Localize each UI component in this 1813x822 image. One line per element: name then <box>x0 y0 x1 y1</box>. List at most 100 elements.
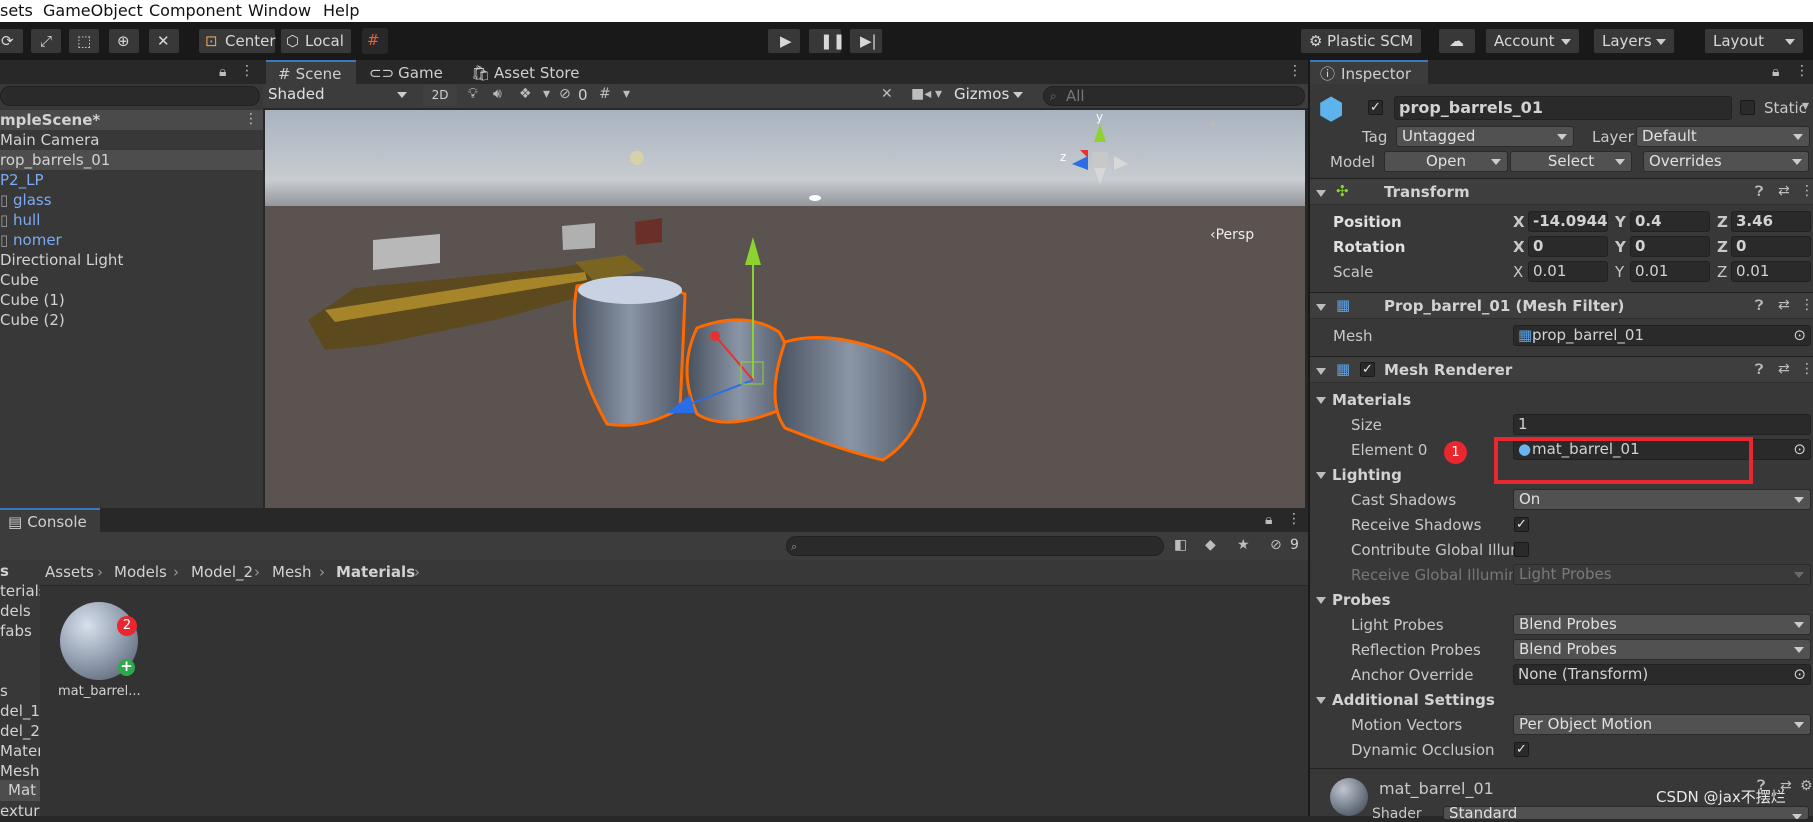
rect-tool-button[interactable]: ⬚ <box>68 28 100 54</box>
rotation-x-field[interactable]: 0 <box>1528 236 1608 257</box>
probes-foldout[interactable]: Probes <box>1316 591 1391 609</box>
static-dropdown-icon[interactable]: ▾ <box>1802 98 1809 114</box>
hierarchy-item-cube-1[interactable]: Cube (1) <box>0 291 65 309</box>
mesh-renderer-enabled-checkbox[interactable]: ✓ <box>1360 362 1375 377</box>
play-button[interactable]: ▶ <box>767 28 801 54</box>
lighting-toggle-icon[interactable]: 💡︎ <box>468 86 478 102</box>
grid-dropdown-icon[interactable]: ▾ <box>623 86 630 102</box>
hierarchy-item-cube-2[interactable]: Cube (2) <box>0 311 65 329</box>
tree-item[interactable]: Mesh <box>0 762 40 780</box>
breadcrumb-mesh[interactable]: Mesh <box>272 563 312 581</box>
asset-label[interactable]: mat_barrel... <box>58 684 141 699</box>
label-icon[interactable]: ◆ <box>1205 537 1216 553</box>
hierarchy-item-selected[interactable]: rop_barrels_01 <box>0 150 263 170</box>
tab-inspector[interactable]: ⓘ Inspector <box>1310 60 1428 84</box>
tree-item[interactable]: fabs <box>0 622 32 640</box>
tree-item[interactable]: del_2 <box>0 722 40 740</box>
hierarchy-item-main-camera[interactable]: Main Camera <box>0 131 99 149</box>
tree-item[interactable]: extur <box>0 802 39 820</box>
presets-icon[interactable]: ⇄ <box>1778 297 1790 313</box>
object-name-input[interactable]: prop_barrels_01 <box>1394 96 1732 120</box>
mesh-filter-header[interactable]: ▦ Prop_barrel_01 (Mesh Filter) ❓︎ ⇄ ⋮ <box>1310 292 1813 319</box>
static-checkbox[interactable] <box>1740 100 1755 115</box>
breadcrumb-model2[interactable]: Model_2 <box>191 563 253 581</box>
grid-snap-button[interactable]: # <box>362 28 388 54</box>
tab-console[interactable]: ▤ Console <box>0 508 100 532</box>
view-lock-icon[interactable]: 🔒︎ <box>1210 116 1216 131</box>
object-picker-icon[interactable]: ⊙ <box>1793 326 1806 345</box>
breadcrumb-assets[interactable]: Assets <box>45 563 94 581</box>
scale-z-field[interactable]: 0.01 <box>1731 261 1811 282</box>
light-probes-dropdown[interactable]: Blend Probes <box>1513 614 1811 635</box>
receive-gi-dropdown[interactable]: Light Probes <box>1513 564 1811 585</box>
hierarchy-item-cube[interactable]: Cube <box>0 271 39 289</box>
filter-type-icon[interactable]: ◧ <box>1174 537 1187 553</box>
component-more-icon[interactable]: ⋮ <box>1800 361 1813 377</box>
hierarchy-item-hull[interactable]: ▯ hull <box>0 211 40 229</box>
tree-item-selected[interactable]: Mat <box>0 780 40 801</box>
pause-button[interactable]: ❚❚ <box>808 28 845 54</box>
overrides-dropdown[interactable]: Overrides <box>1643 151 1809 172</box>
anchor-override-field[interactable]: None (Transform) ⊙ <box>1513 664 1811 685</box>
visibility-icon[interactable]: ⊘ <box>559 86 571 102</box>
menu-help[interactable]: Help <box>323 1 359 20</box>
hierarchy-search-input[interactable] <box>0 86 260 106</box>
pivot-local-button[interactable]: ⬡ Local <box>280 28 352 54</box>
scene-more-icon[interactable]: ⋮ <box>244 111 258 127</box>
camera-dropdown-icon[interactable]: ▾ <box>935 86 942 102</box>
object-picker-icon[interactable]: ⊙ <box>1793 440 1806 459</box>
menu-window[interactable]: Window <box>248 1 311 20</box>
scene-viewport[interactable]: y z 🔒︎ ‹Persp <box>265 110 1305 508</box>
scale-tool-button[interactable]: ⤢ <box>30 28 62 54</box>
effects-toggle-icon[interactable]: ❖ <box>519 86 532 102</box>
hierarchy-item-glass[interactable]: ▯ glass <box>0 191 52 209</box>
receive-shadows-checkbox[interactable]: ✓ <box>1514 517 1529 532</box>
tag-dropdown[interactable]: Untagged <box>1396 126 1574 147</box>
transform-header[interactable]: ✣ Transform ❓︎ ⇄ ⋮ <box>1310 178 1813 205</box>
tools-icon[interactable]: ✕ <box>881 86 893 102</box>
hierarchy-item-p2-lp[interactable]: P2_LP <box>0 171 44 189</box>
2d-toggle[interactable]: 2D <box>423 85 457 106</box>
account-dropdown[interactable]: Account <box>1485 28 1580 54</box>
visibility-icon[interactable]: ⊘ <box>1270 537 1282 553</box>
tree-item[interactable]: s <box>0 682 8 700</box>
contribute-gi-checkbox[interactable] <box>1514 542 1529 557</box>
reflection-probes-dropdown[interactable]: Blend Probes <box>1513 639 1811 660</box>
lighting-foldout[interactable]: Lighting <box>1316 466 1402 484</box>
effects-dropdown-icon[interactable]: ▾ <box>543 86 550 102</box>
select-button[interactable]: Select <box>1510 151 1632 172</box>
motion-vectors-dropdown[interactable]: Per Object Motion <box>1513 714 1811 735</box>
more-menu-icon[interactable]: ⋮ <box>1795 63 1809 79</box>
lock-icon[interactable]: 🔒︎ <box>1772 64 1779 80</box>
orientation-gizmo[interactable]: y z <box>1060 110 1140 200</box>
cloud-button[interactable]: ☁ <box>1438 28 1476 54</box>
materials-size-field[interactable]: 1 <box>1513 414 1811 435</box>
step-button[interactable]: ▶| <box>849 28 883 54</box>
transform-tool-button[interactable]: ⊕ <box>108 28 140 54</box>
tree-item[interactable]: s <box>0 562 9 580</box>
help-icon[interactable]: ❓︎ <box>1755 298 1763 314</box>
component-more-icon[interactable]: ⋮ <box>1800 297 1813 313</box>
more-menu-icon[interactable]: ⋮ <box>240 63 254 79</box>
scene-header[interactable]: mpleScene* ⋮ <box>0 110 263 130</box>
rotate-tool-button[interactable]: ⟳ <box>0 28 24 54</box>
rotation-y-field[interactable]: 0 <box>1630 236 1710 257</box>
tab-scene[interactable]: # Scene <box>266 60 356 84</box>
open-button[interactable]: Open <box>1384 151 1508 172</box>
layers-dropdown[interactable]: Layers <box>1593 28 1675 54</box>
audio-toggle-icon[interactable]: 🔊︎ <box>493 86 502 102</box>
grid-toggle-icon[interactable]: # <box>599 86 611 102</box>
presets-icon[interactable]: ⇄ <box>1778 183 1790 199</box>
rotation-z-field[interactable]: 0 <box>1731 236 1811 257</box>
plastic-scm-button[interactable]: ⚙ Plastic SCM <box>1300 28 1422 54</box>
hierarchy-item-directional-light[interactable]: Directional Light <box>0 251 123 269</box>
object-picker-icon[interactable]: ⊙ <box>1793 665 1806 684</box>
tree-item[interactable]: del_1 <box>0 702 40 720</box>
help-icon[interactable]: ❓︎ <box>1755 184 1763 200</box>
tree-item[interactable]: dels <box>0 602 31 620</box>
custom-tool-button[interactable]: ✕ <box>148 28 180 54</box>
shading-mode-dropdown[interactable]: Shaded <box>263 85 413 106</box>
more-menu-icon[interactable]: ⋮ <box>1287 511 1301 527</box>
menu-gameobject[interactable]: GameObject <box>43 1 143 20</box>
component-more-icon[interactable]: ⋮ <box>1800 183 1813 199</box>
